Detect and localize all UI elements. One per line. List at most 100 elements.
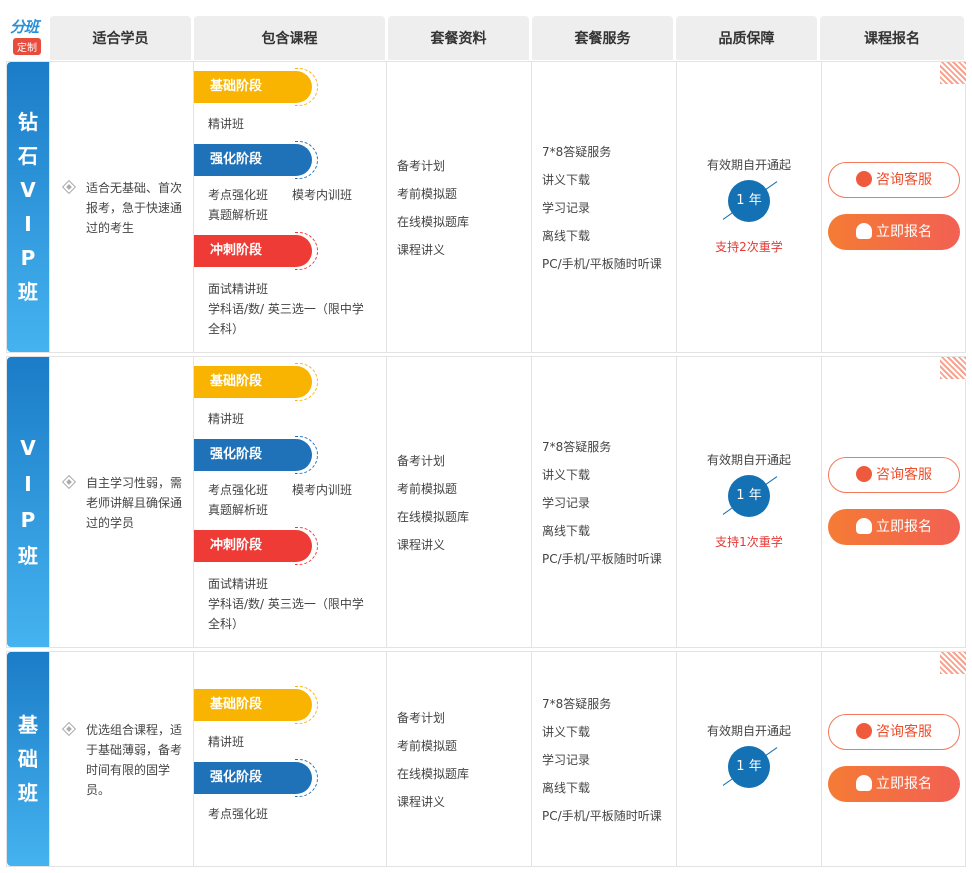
user-icon	[856, 518, 872, 534]
tag-char: P	[20, 508, 36, 532]
material-item: 在线模拟题库	[397, 767, 470, 781]
header-enroll: 课程报名	[820, 16, 964, 60]
service-item: 7*8答疑服务	[542, 697, 612, 711]
material-item: 在线模拟题库	[397, 510, 470, 524]
material-item: 考前模拟题	[397, 739, 458, 753]
material-item: 考前模拟题	[397, 187, 458, 201]
consult-button[interactable]: 咨询客服	[828, 714, 960, 750]
user-icon	[856, 775, 872, 791]
guarantee-cell: 有效期自开通起 1 年 支持1次重学	[676, 357, 821, 647]
retake-text: 支持1次重学	[715, 535, 783, 549]
material-item: 考前模拟题	[397, 482, 458, 496]
qr-corner-icon	[940, 357, 966, 379]
course-line: 精讲班	[208, 117, 245, 131]
package-tag: V I P 班	[7, 357, 49, 647]
stage-sprint: 冲刺阶段	[194, 527, 318, 565]
students-text: 自主学习性弱，需老师讲解且确保通过的学员	[86, 476, 183, 530]
service-item: 学习记录	[542, 753, 591, 767]
package-tag: 钻 石 V I P 班	[7, 62, 49, 352]
package-row-vip: V I P 班 自主学习性弱，需老师讲解且确保通过的学员 基础阶段 精讲班 强化…	[6, 356, 966, 648]
duration-badge: 1 年	[728, 746, 770, 788]
package-row-diamond-vip: 钻 石 V I P 班 适合无基础、首次报考，急于快速通过的考生 基础阶段 精讲…	[6, 61, 966, 353]
service-item: PC/手机/平板随时听课	[542, 809, 662, 823]
material-item: 备考计划	[397, 159, 446, 173]
tag-char: 班	[18, 544, 38, 568]
service-item: 离线下载	[542, 229, 591, 243]
logo-badge: 定制	[13, 38, 41, 55]
guarantee-cell: 有效期自开通起 1 年 支持2次重学	[676, 62, 821, 352]
service-item: 离线下载	[542, 524, 591, 538]
header-guarantee: 品质保障	[676, 16, 817, 60]
courses-cell: 基础阶段 精讲班 强化阶段 考点强化班 模考内训班 真题解析班 冲刺阶段 面试精…	[193, 62, 386, 352]
validity-text: 有效期自开通起	[706, 158, 791, 172]
materials-cell: 备考计划 考前模拟题 在线模拟题库 课程讲义	[386, 357, 531, 647]
services-cell: 7*8答疑服务 讲义下载 学习记录 离线下载 PC/手机/平板随时听课	[531, 357, 676, 647]
duration-badge: 1 年	[728, 475, 770, 517]
services-cell: 7*8答疑服务 讲义下载 学习记录 离线下载 PC/手机/平板随时听课	[531, 62, 676, 352]
enroll-label: 立即报名	[876, 519, 932, 535]
consult-label: 咨询客服	[876, 724, 932, 740]
header-courses: 包含课程	[194, 16, 385, 60]
tag-char: P	[20, 246, 36, 270]
material-item: 课程讲义	[397, 243, 446, 257]
header-services: 套餐服务	[532, 16, 673, 60]
tag-char: I	[24, 472, 32, 496]
service-item: 7*8答疑服务	[542, 145, 612, 159]
brand-logo: 分班 定制	[6, 14, 46, 56]
courses-cell: 基础阶段 精讲班 强化阶段 考点强化班	[193, 652, 386, 866]
service-item: 讲义下载	[542, 725, 591, 739]
enroll-label: 立即报名	[876, 776, 932, 792]
course-line: 考点强化班 模考内训班	[208, 188, 353, 202]
enroll-label: 立即报名	[876, 224, 932, 240]
qr-corner-icon	[940, 62, 966, 84]
tag-char: V	[20, 178, 36, 202]
stage-sprint: 冲刺阶段	[194, 232, 318, 270]
enroll-button[interactable]: 立即报名	[828, 509, 960, 545]
stage-intensive: 强化阶段	[194, 436, 318, 474]
diamond-bullet-icon	[61, 474, 77, 490]
header-materials: 套餐资料	[388, 16, 529, 60]
tag-char: I	[24, 212, 32, 236]
duration-badge: 1 年	[728, 180, 770, 222]
consult-button[interactable]: 咨询客服	[828, 162, 960, 198]
course-line: 真题解析班	[208, 208, 269, 222]
materials-cell: 备考计划 考前模拟题 在线模拟题库 课程讲义	[386, 62, 531, 352]
consult-button[interactable]: 咨询客服	[828, 457, 960, 493]
materials-cell: 备考计划 考前模拟题 在线模拟题库 课程讲义	[386, 652, 531, 866]
material-item: 课程讲义	[397, 795, 446, 809]
tag-char: 基	[18, 713, 38, 737]
enroll-button[interactable]: 立即报名	[828, 214, 960, 250]
tag-char: 钻	[18, 110, 38, 134]
course-line: 考点强化班	[208, 807, 269, 821]
tag-char: 班	[18, 280, 38, 304]
enroll-cell: 咨询客服 立即报名	[821, 62, 966, 352]
enroll-cell: 咨询客服 立即报名	[821, 357, 966, 647]
enroll-button[interactable]: 立即报名	[828, 766, 960, 802]
tag-char: V	[20, 436, 36, 460]
package-row-basic: 基 础 班 优选组合课程，适于基础薄弱，备考时间有限的固学员。 基础阶段 精讲班…	[6, 651, 966, 867]
students-text: 优选组合课程，适于基础薄弱，备考时间有限的固学员。	[86, 723, 183, 797]
material-item: 备考计划	[397, 711, 446, 725]
course-line: 考点强化班 模考内训班	[208, 483, 353, 497]
stage-basic: 基础阶段	[194, 686, 318, 724]
material-item: 在线模拟题库	[397, 215, 470, 229]
service-item: 讲义下载	[542, 468, 591, 482]
service-item: 学习记录	[542, 496, 591, 510]
user-icon	[856, 223, 872, 239]
headset-icon	[856, 171, 872, 187]
qr-corner-icon	[940, 652, 966, 674]
students-cell: 优选组合课程，适于基础薄弱，备考时间有限的固学员。	[49, 652, 193, 866]
stage-intensive: 强化阶段	[194, 141, 318, 179]
consult-label: 咨询客服	[876, 467, 932, 483]
material-item: 课程讲义	[397, 538, 446, 552]
students-text: 适合无基础、首次报考，急于快速通过的考生	[86, 181, 183, 235]
services-cell: 7*8答疑服务 讲义下载 学习记录 离线下载 PC/手机/平板随时听课	[531, 652, 676, 866]
courses-cell: 基础阶段 精讲班 强化阶段 考点强化班 模考内训班 真题解析班 冲刺阶段 面试精…	[193, 357, 386, 647]
header-students: 适合学员	[50, 16, 191, 60]
course-line: 学科语/数/ 英三选一（限中学	[208, 302, 364, 316]
retake-text: 支持2次重学	[715, 240, 783, 254]
headset-icon	[856, 723, 872, 739]
consult-label: 咨询客服	[876, 172, 932, 188]
material-item: 备考计划	[397, 454, 446, 468]
service-item: 离线下载	[542, 781, 591, 795]
